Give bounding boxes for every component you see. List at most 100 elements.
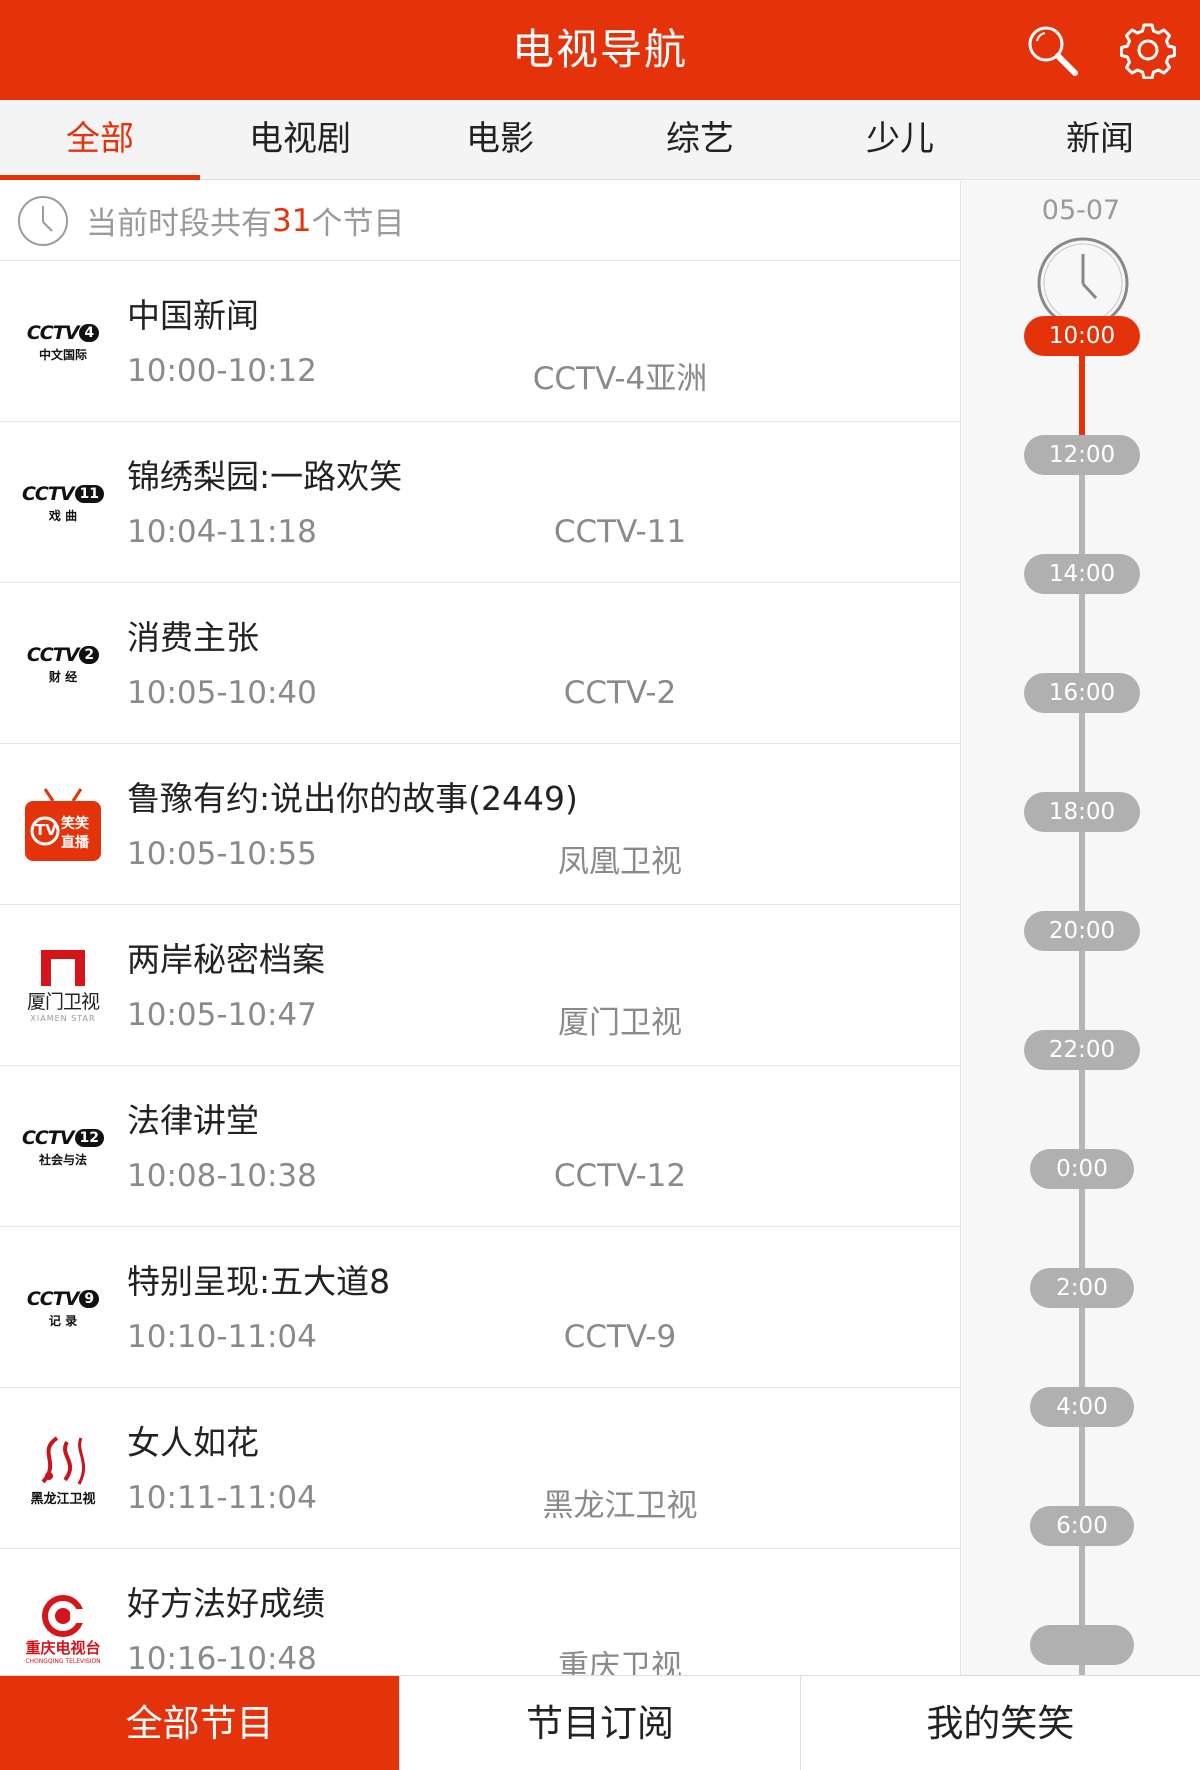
program-row[interactable]: TV 笑笑 直播 鲁豫有约:说出你的故事(2449) 10:05-10:55 凤凰卫视 [0, 744, 960, 905]
cctv-channel-sub: 戏 曲 [48, 508, 78, 523]
program-name: 好方法好成绩 [127, 1584, 325, 1623]
time-slot[interactable]: 4:00 [1030, 1387, 1134, 1427]
heilongjiang-logo: 黑龙江卫视 [30, 1432, 96, 1507]
timeline-date: 05-07 [1041, 195, 1121, 226]
cctv-logo: CCTV 4 中文国际 [27, 322, 100, 363]
program-time: 10:05-10:47 [127, 997, 317, 1033]
cctv-logo: CCTV 12 社会与法 [21, 1126, 105, 1168]
settings-button[interactable] [1116, 18, 1180, 82]
program-channel: 厦门卫视 [558, 1005, 682, 1041]
channel-logo: TV 笑笑 直播 [18, 784, 108, 866]
cctv-wordmark: CCTV [26, 1287, 80, 1310]
cctv-logo: CCTV 11 戏 曲 [22, 483, 105, 524]
channel-logo: CCTV 11 戏 曲 [18, 462, 108, 544]
program-time: 10:16-10:48 [127, 1641, 317, 1675]
program-row[interactable]: CCTV 9 记 录特别呈现:五大道8 10:10-11:04 CCTV-9 [0, 1227, 960, 1388]
time-slot[interactable] [1030, 1625, 1134, 1665]
category-tabs: 全部 电视剧 电影 综艺 少儿 新闻 [0, 100, 1200, 180]
program-row[interactable]: 黑龙江卫视 女人如花 10:11-11:04 黑龙江卫视 [0, 1388, 960, 1549]
nav-my-page[interactable]: 我的笑笑 [799, 1676, 1200, 1770]
program-row[interactable]: CCTV 2 财 经消费主张 10:05-10:40 CCTV-2 [0, 583, 960, 744]
app-logo-line2: 直播 [61, 835, 89, 851]
program-channel: 重庆卫视 [558, 1649, 682, 1675]
tab-all[interactable]: 全部 [0, 100, 200, 180]
program-row[interactable]: 重庆电视台 CHONGQING TELEVISION 好方法好成绩 10:16-10:… [0, 1549, 960, 1675]
channel-logo: CCTV 4 中文国际 [18, 301, 108, 383]
time-slot-rail: 05-07 10:00 12:00 14:00 16:00 18:00 20:00 22:0… [960, 181, 1200, 1675]
program-name: 中国新闻 [127, 296, 259, 335]
program-channel: CCTV-12 [553, 1158, 687, 1194]
program-list: 当前时段共有 31 个节目 CCTV 4 中文国际 中国新闻 10:00-10:12 CCTV… [0, 181, 960, 1675]
time-slot[interactable]: 16:00 [1024, 673, 1140, 713]
tab-variety[interactable]: 综艺 [600, 100, 800, 179]
cctv-channel-number: 4 [79, 323, 100, 342]
program-name: 女人如花 [127, 1423, 259, 1462]
time-slot[interactable]: 20:00 [1024, 911, 1140, 951]
program-time: 10:11-11:04 [127, 1480, 317, 1516]
heilongjiang-logo-text: 黑龙江卫视 [30, 1491, 96, 1507]
time-slot[interactable]: 6:00 [1030, 1506, 1134, 1546]
program-name: 消费主张 [127, 618, 259, 657]
time-slot[interactable]: 12:00 [1024, 435, 1140, 475]
program-name: 鲁豫有约:说出你的故事(2449) [127, 779, 578, 818]
xiamen-logo-sub: XIAMEN STAR [30, 1013, 96, 1023]
cctv-channel-number: 11 [74, 484, 105, 503]
cctv-channel-number: 9 [79, 1289, 100, 1308]
gear-icon [1120, 23, 1176, 79]
program-count: 31 [272, 202, 312, 239]
bottom-nav: 全部节目 节目订阅 我的笑笑 [0, 1675, 1200, 1770]
xiamen-logo: 厦门卫视 XIAMEN STAR [26, 949, 100, 1023]
program-name: 锦绣梨园:一路欢笑 [127, 457, 403, 496]
nav-all-programs[interactable]: 全部节目 [0, 1676, 400, 1770]
tab-news[interactable]: 新闻 [1000, 100, 1200, 179]
program-time: 10:08-10:38 [127, 1158, 317, 1194]
search-button[interactable] [1020, 18, 1084, 82]
program-name: 特别呈现:五大道8 [127, 1262, 391, 1301]
summary-suffix: 个节目 [311, 206, 405, 242]
cctv-channel-number: 2 [79, 645, 100, 664]
program-channel: CCTV-11 [553, 514, 687, 550]
program-row[interactable]: CCTV 4 中文国际 中国新闻 10:00-10:12 CCTV-4亚洲 [0, 261, 960, 422]
program-row[interactable]: 厦门卫视 XIAMEN STAR 两岸秘密档案 10:05-10:47 厦门卫视 [0, 905, 960, 1066]
time-slot[interactable]: 18:00 [1024, 792, 1140, 832]
xiamen-logo-text: 厦门卫视 [26, 990, 100, 1013]
nav-subscriptions[interactable]: 节目订阅 [399, 1676, 799, 1770]
tab-kids[interactable]: 少儿 [800, 100, 1000, 179]
cctv-channel-sub: 记 录 [48, 1313, 78, 1328]
program-channel: CCTV-2 [563, 675, 677, 711]
program-row[interactable]: CCTV 11 戏 曲 锦绣梨园:一路欢笑 10:04-11:18 CCTV-11 [0, 422, 960, 583]
channel-logo: CCTV 9 记 录 [18, 1267, 108, 1349]
program-time: 10:05-10:55 [127, 836, 317, 872]
time-slot[interactable]: 14:00 [1024, 554, 1140, 594]
channel-logo: 厦门卫视 XIAMEN STAR [18, 945, 108, 1027]
program-channel: CCTV-9 [563, 1319, 677, 1355]
time-slot[interactable]: 0:00 [1030, 1149, 1134, 1189]
tab-movies[interactable]: 电影 [400, 100, 600, 179]
program-row[interactable]: CCTV 12 社会与法 法律讲堂 10:08-10:38 CCTV-12 [0, 1066, 960, 1227]
top-bar: 电视导航 [0, 0, 1200, 100]
clock-icon [18, 195, 68, 246]
chongqing-logo: 重庆电视台 CHONGQING TELEVISION [25, 1595, 101, 1665]
chongqing-logo-text: 重庆电视台 [25, 1639, 101, 1657]
channel-logo: 黑龙江卫视 [18, 1428, 108, 1510]
channel-logo: CCTV 2 财 经 [18, 623, 108, 705]
program-time: 10:04-11:18 [127, 514, 317, 550]
program-channel: 凤凰卫视 [558, 844, 682, 880]
time-slot[interactable]: 10:00 [1024, 316, 1140, 356]
program-name: 两岸秘密档案 [127, 940, 325, 979]
app-logo-line1: 笑笑 [61, 816, 89, 832]
cctv-channel-number: 12 [74, 1128, 105, 1147]
program-channel: 黑龙江卫视 [542, 1488, 698, 1524]
cctv-wordmark: CCTV [21, 1126, 75, 1149]
cctv-channel-sub: 社会与法 [38, 1152, 87, 1167]
app-root: 电视导航 全部 电视剧 电影 综艺 少儿 新闻 当前时段共有 31 个节目 CC… [0, 0, 1200, 1770]
cctv-wordmark: CCTV [26, 643, 80, 666]
cctv-channel-sub: 中文国际 [38, 347, 87, 362]
cctv-logo: CCTV 2 财 经 [26, 643, 100, 685]
cctv-logo: CCTV 9 记 录 [26, 1287, 100, 1329]
summary-prefix: 当前时段共有 [86, 206, 272, 242]
tab-tv-series[interactable]: 电视剧 [200, 100, 400, 179]
channel-logo: CCTV 12 社会与法 [18, 1106, 108, 1188]
time-slot[interactable]: 2:00 [1030, 1268, 1134, 1308]
time-slot[interactable]: 22:00 [1024, 1030, 1140, 1070]
